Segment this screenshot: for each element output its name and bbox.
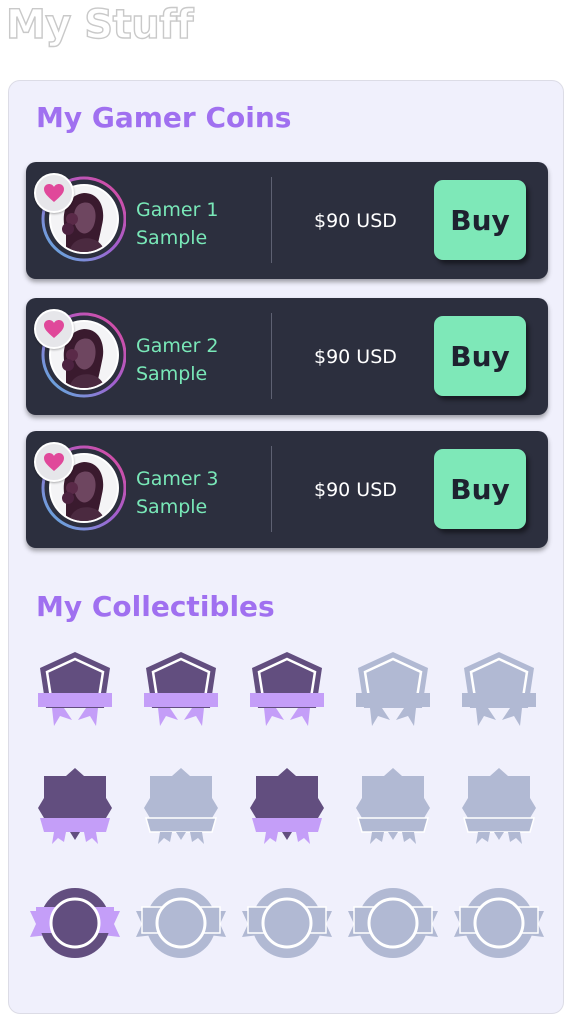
buy-button[interactable]: Buy bbox=[434, 180, 526, 260]
price-label: $90 USD bbox=[314, 210, 397, 232]
coins-section-title: My Gamer Coins bbox=[36, 101, 292, 134]
coin-card: Gamer 1 Sample $90 USD Buy bbox=[26, 162, 548, 279]
divider bbox=[271, 313, 272, 399]
collectible-round-badge-locked[interactable] bbox=[348, 881, 438, 971]
round-badge-icon bbox=[454, 888, 544, 958]
price-label: $90 USD bbox=[314, 346, 397, 368]
collectible-round-badge[interactable] bbox=[30, 881, 120, 971]
heart-icon bbox=[44, 320, 64, 338]
gamer-name-line2: Sample bbox=[136, 496, 208, 518]
gamer-name-line1: Gamer 3 bbox=[136, 468, 219, 490]
square-badge-icon bbox=[462, 768, 536, 844]
collectible-square-badge-locked[interactable] bbox=[348, 764, 438, 854]
heart-icon bbox=[44, 184, 64, 202]
collectible-pentagon-badge-locked[interactable] bbox=[454, 646, 544, 736]
coin-card: Gamer 2 Sample $90 USD Buy bbox=[26, 298, 548, 415]
square-badge-icon bbox=[144, 768, 218, 844]
favorite-button[interactable] bbox=[34, 442, 74, 482]
avatar[interactable] bbox=[34, 309, 127, 401]
collectible-round-badge-locked[interactable] bbox=[136, 881, 226, 971]
collectible-square-badge[interactable] bbox=[30, 764, 120, 854]
gamer-name: Gamer 2 Sample bbox=[136, 332, 219, 388]
collectibles-section-title: My Collectibles bbox=[36, 590, 275, 623]
collectible-square-badge[interactable] bbox=[242, 764, 332, 854]
favorite-button[interactable] bbox=[34, 309, 74, 349]
pentagon-badge-icon bbox=[462, 652, 536, 726]
collectible-square-badge-locked[interactable] bbox=[136, 764, 226, 854]
gamer-name-line2: Sample bbox=[136, 227, 208, 249]
round-badge-icon bbox=[242, 888, 332, 958]
gamer-name: Gamer 3 Sample bbox=[136, 465, 219, 521]
divider bbox=[271, 177, 272, 263]
square-badge-icon bbox=[38, 768, 112, 844]
collectible-pentagon-badge-locked[interactable] bbox=[348, 646, 438, 736]
collectible-pentagon-badge[interactable] bbox=[136, 646, 226, 736]
heart-icon bbox=[44, 453, 64, 471]
pentagon-badge-icon bbox=[250, 652, 324, 726]
collectible-pentagon-badge[interactable] bbox=[30, 646, 120, 736]
gamer-name-line2: Sample bbox=[136, 363, 208, 385]
page-title: My Stuff bbox=[5, 1, 194, 48]
avatar[interactable] bbox=[34, 173, 127, 265]
gamer-name-line1: Gamer 2 bbox=[136, 335, 219, 357]
price-label: $90 USD bbox=[314, 479, 397, 501]
gamer-name-line1: Gamer 1 bbox=[136, 199, 219, 221]
collectible-round-badge-locked[interactable] bbox=[242, 881, 332, 971]
collectible-square-badge-locked[interactable] bbox=[454, 764, 544, 854]
pentagon-badge-icon bbox=[38, 652, 112, 726]
square-badge-icon bbox=[356, 768, 430, 844]
divider bbox=[271, 446, 272, 532]
avatar[interactable] bbox=[34, 442, 127, 534]
my-stuff-panel: My Gamer Coins Gamer 1 Sample $90 USD Bu… bbox=[8, 80, 564, 1014]
collectible-pentagon-badge[interactable] bbox=[242, 646, 332, 736]
round-badge-icon bbox=[348, 888, 438, 958]
favorite-button[interactable] bbox=[34, 173, 74, 213]
round-badge-icon bbox=[30, 888, 120, 958]
coin-card: Gamer 3 Sample $90 USD Buy bbox=[26, 431, 548, 548]
pentagon-badge-icon bbox=[144, 652, 218, 726]
buy-button[interactable]: Buy bbox=[434, 316, 526, 396]
buy-button[interactable]: Buy bbox=[434, 449, 526, 529]
collectible-round-badge-locked[interactable] bbox=[454, 881, 544, 971]
gamer-name: Gamer 1 Sample bbox=[136, 196, 219, 252]
pentagon-badge-icon bbox=[356, 652, 430, 726]
square-badge-icon bbox=[250, 768, 324, 844]
round-badge-icon bbox=[136, 888, 226, 958]
